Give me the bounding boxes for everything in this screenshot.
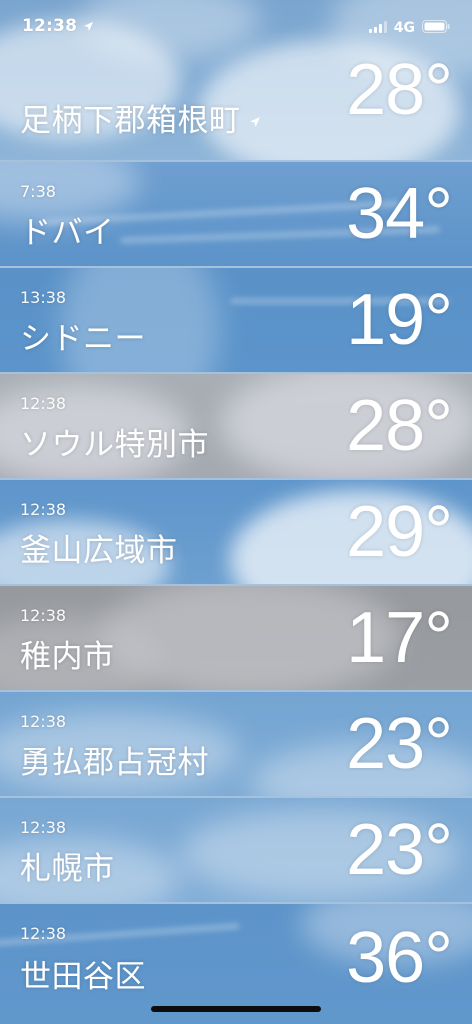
local-time: 12:38 (20, 394, 67, 413)
temperature: 23° (346, 810, 453, 890)
network-type: 4G (393, 19, 415, 36)
city-name: 世田谷区 (20, 959, 146, 995)
location-arrow-icon (249, 100, 261, 136)
temperature: 29° (346, 492, 453, 572)
temperature: 28° (346, 386, 453, 466)
cellular-signal-icon (368, 18, 387, 37)
temperature: 23° (346, 704, 453, 784)
city-row[interactable]: 12:38 釜山広域市 29° (0, 480, 472, 586)
city-name: 札幌市 (20, 851, 115, 887)
city-name-row: 足柄下郡箱根町 (20, 95, 261, 140)
city-row[interactable]: 12:38 勇払郡占冠村 23° (0, 692, 472, 798)
city-name: シドニー (20, 321, 146, 357)
city-weather-list: 足柄下郡箱根町 28° 7:38 ドバイ 34° 13:38 シドニー 19° (0, 0, 472, 1024)
city-row[interactable]: 12:38 稚内市 17° (0, 586, 472, 692)
city-row[interactable]: 12:38 札幌市 23° (0, 798, 472, 904)
status-time-group: 12:38 (22, 16, 94, 36)
city-name: 稚内市 (20, 639, 115, 675)
temperature: 36° (346, 918, 453, 998)
local-time: 12:38 (20, 500, 67, 519)
local-time: 12:38 (20, 818, 67, 837)
local-time: 12:38 (20, 924, 67, 943)
city-row[interactable]: 13:38 シドニー 19° (0, 268, 472, 374)
city-name: 足柄下郡箱根町 (20, 103, 241, 139)
local-time: 12:38 (20, 712, 67, 731)
local-time: 12:38 (20, 606, 67, 625)
status-indicators: 4G (368, 18, 450, 37)
status-bar: 12:38 4G (0, 0, 472, 56)
city-row[interactable]: 12:38 ソウル特別市 28° (0, 374, 472, 480)
status-time: 12:38 (22, 16, 78, 36)
location-arrow-icon (83, 17, 94, 36)
temperature: 34° (346, 174, 453, 254)
city-name: 釜山広域市 (20, 533, 178, 569)
city-row[interactable]: 7:38 ドバイ 34° (0, 162, 472, 268)
city-name: 勇払郡占冠村 (20, 745, 209, 781)
local-time: 7:38 (20, 182, 56, 201)
city-name: ドバイ (20, 215, 115, 251)
local-time: 13:38 (20, 288, 67, 307)
temperature: 17° (346, 598, 453, 678)
temperature: 19° (346, 280, 453, 360)
battery-icon (422, 18, 450, 37)
home-indicator[interactable] (151, 1006, 321, 1012)
temperature: 28° (346, 49, 453, 130)
city-name: ソウル特別市 (20, 427, 209, 463)
